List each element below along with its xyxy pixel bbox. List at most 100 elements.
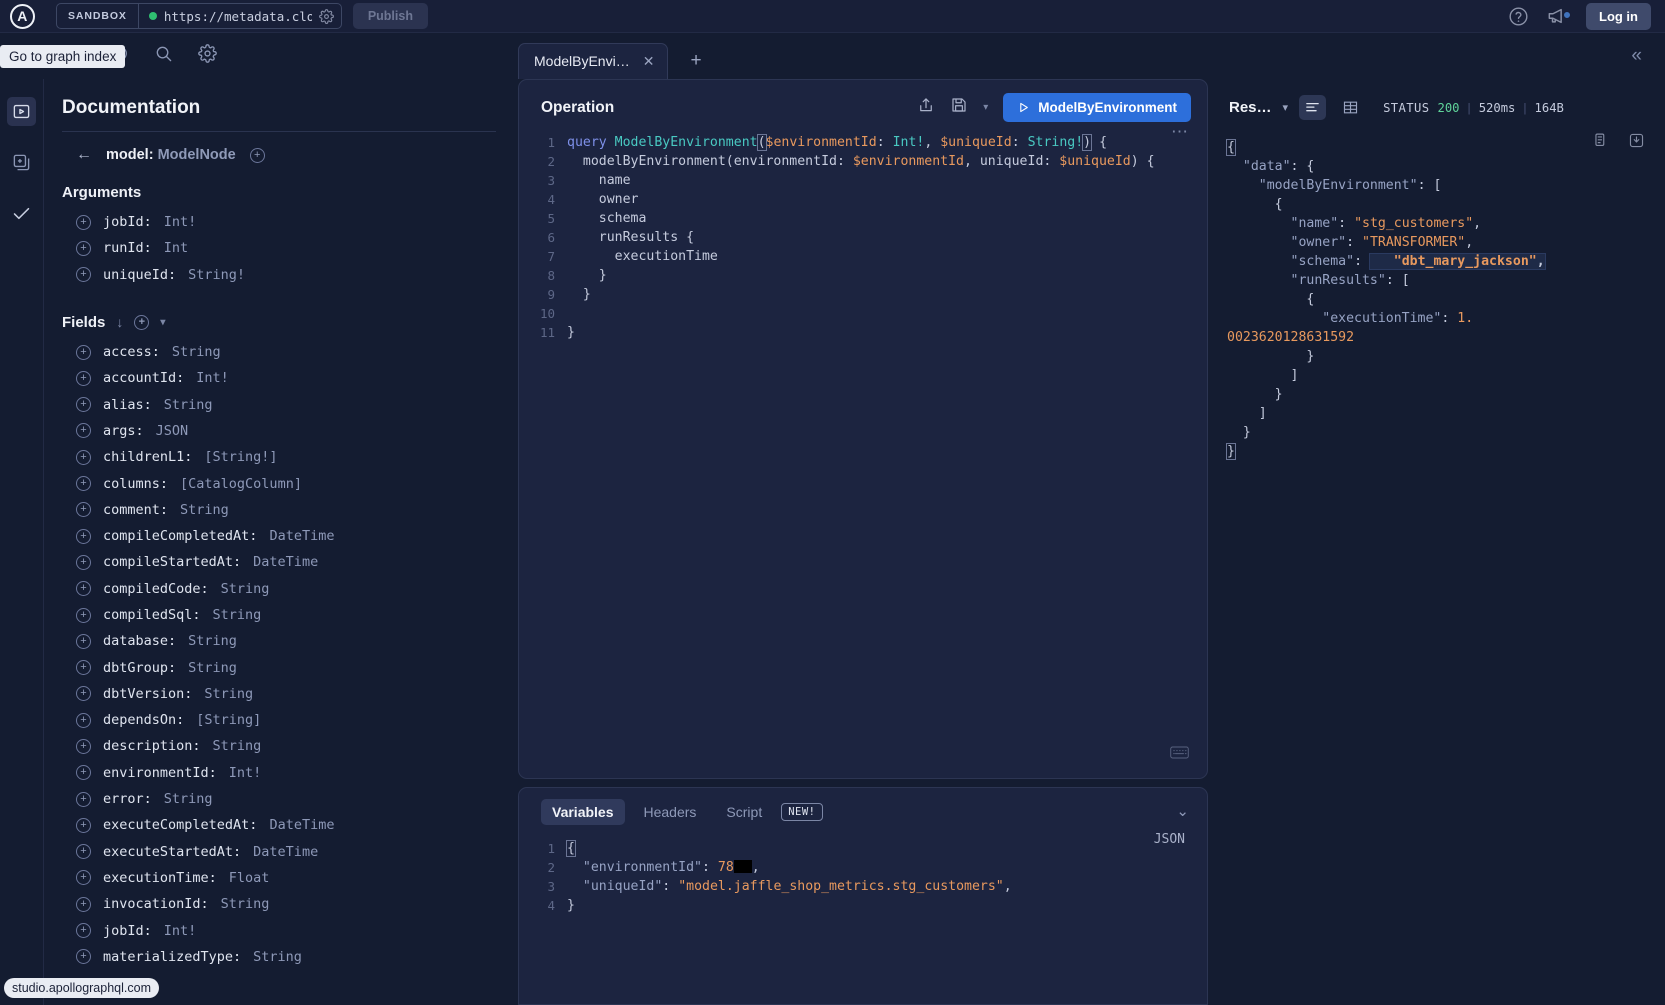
add-field-icon[interactable]: + <box>76 581 91 596</box>
argument-row[interactable]: + runId: Int <box>62 235 496 261</box>
field-row[interactable]: +executeStartedAt:DateTime <box>62 839 496 865</box>
search-icon[interactable] <box>154 44 173 68</box>
response-chevron-down-icon[interactable]: ▾ <box>1283 101 1289 114</box>
tab-variables[interactable]: Variables <box>541 799 625 825</box>
endpoint-url-box[interactable]: SANDBOX https://metadata.cloud.get <box>56 3 342 29</box>
keyboard-icon[interactable] <box>1170 746 1189 764</box>
add-field-icon[interactable]: + <box>76 241 91 256</box>
save-chevron-down-icon[interactable]: ▾ <box>983 102 988 113</box>
add-field-icon[interactable]: + <box>76 713 91 728</box>
add-all-fields-icon[interactable]: + <box>134 315 149 330</box>
login-button[interactable]: Log in <box>1586 3 1651 30</box>
add-field-icon[interactable]: + <box>76 844 91 859</box>
fields-heading: Fields <box>62 314 105 331</box>
operation-code-editor[interactable]: 1query ModelByEnvironment($environmentId… <box>519 122 1207 342</box>
add-field-icon[interactable]: + <box>76 765 91 780</box>
add-field-icon[interactable]: + <box>76 792 91 807</box>
endpoint-settings-icon[interactable] <box>319 9 334 24</box>
rail-item-checks[interactable] <box>7 199 36 228</box>
add-field-icon[interactable]: + <box>76 608 91 623</box>
add-field-icon[interactable]: + <box>76 634 91 649</box>
add-field-icon[interactable]: + <box>76 818 91 833</box>
publish-button[interactable]: Publish <box>353 3 428 29</box>
add-field-icon[interactable]: + <box>76 450 91 465</box>
field-row[interactable]: +comment:String <box>62 497 496 523</box>
add-field-icon[interactable]: + <box>76 502 91 517</box>
close-icon[interactable]: ✕ <box>643 53 655 70</box>
rail-item-explorer[interactable] <box>7 97 36 126</box>
tab-modelbyenvironment[interactable]: ModelByEnvi… ✕ <box>518 43 668 79</box>
argument-row[interactable]: + uniqueId: String! <box>62 262 496 288</box>
field-row[interactable]: +compiledCode:String <box>62 576 496 602</box>
gear-icon[interactable] <box>198 44 217 68</box>
field-name: dbtVersion: <box>103 686 192 702</box>
field-row[interactable]: +invocationId:String <box>62 891 496 917</box>
field-row[interactable]: +database:String <box>62 628 496 654</box>
field-row[interactable]: +accountId:Int! <box>62 365 496 391</box>
add-field-icon[interactable]: + <box>76 949 91 964</box>
help-icon[interactable] <box>1508 6 1529 27</box>
response-size: 164B <box>1535 101 1564 115</box>
share-icon[interactable] <box>917 96 935 119</box>
add-field-icon[interactable]: + <box>76 739 91 754</box>
add-field-icon[interactable]: + <box>76 897 91 912</box>
save-icon[interactable] <box>950 96 968 119</box>
add-field-icon[interactable]: + <box>76 555 91 570</box>
field-row[interactable]: +compileStartedAt:DateTime <box>62 549 496 575</box>
breadcrumb-add-icon[interactable]: + <box>250 148 265 163</box>
field-row[interactable]: +columns:[CatalogColumn] <box>62 470 496 496</box>
add-field-icon[interactable]: + <box>76 267 91 282</box>
field-row[interactable]: +compiledSql:String <box>62 602 496 628</box>
rail-item-schema[interactable] <box>7 148 36 177</box>
copy-icon[interactable] <box>1591 132 1608 153</box>
response-value: "TRANSFORMER" <box>1362 235 1465 250</box>
add-field-icon[interactable]: + <box>76 660 91 675</box>
field-row[interactable]: +dependsOn:[String] <box>62 707 496 733</box>
field-row[interactable]: +materializedType:String <box>62 944 496 970</box>
run-operation-button[interactable]: ModelByEnvironment <box>1003 93 1191 122</box>
field-row[interactable]: +dbtGroup:String <box>62 654 496 680</box>
field-row[interactable]: +childrenL1:[String!] <box>62 444 496 470</box>
chevron-double-down-icon[interactable]: ⌄ <box>1176 802 1189 820</box>
add-field-icon[interactable]: + <box>76 476 91 491</box>
field-row[interactable]: +executionTime:Float <box>62 865 496 891</box>
field-row[interactable]: +executeCompletedAt:DateTime <box>62 812 496 838</box>
breadcrumb-back-button[interactable]: ← <box>76 146 92 164</box>
chevron-down-icon[interactable]: ▾ <box>160 317 165 328</box>
argument-row[interactable]: + jobId: Int! <box>62 209 496 235</box>
field-row[interactable]: +description:String <box>62 733 496 759</box>
add-field-icon[interactable]: + <box>76 371 91 386</box>
field-row[interactable]: +alias:String <box>62 391 496 417</box>
field-row[interactable]: +dbtVersion:String <box>62 681 496 707</box>
field-row[interactable]: +jobId:Int! <box>62 917 496 943</box>
field-name: executeStartedAt: <box>103 844 241 860</box>
field-row[interactable]: +error:String <box>62 786 496 812</box>
add-field-icon[interactable]: + <box>76 215 91 230</box>
sort-arrow-icon[interactable]: ↓ <box>116 314 123 330</box>
tab-script[interactable]: Script <box>715 799 773 825</box>
apollo-logo-wrap[interactable]: A <box>0 4 44 29</box>
add-field-icon[interactable]: + <box>76 529 91 544</box>
variables-code-editor[interactable]: 1{2 "environmentId": 78,3 "uniqueId": "m… <box>519 825 1207 915</box>
add-tab-button[interactable]: + <box>690 50 701 72</box>
endpoint-url-field[interactable]: https://metadata.cloud.get <box>139 4 341 28</box>
tab-headers[interactable]: Headers <box>633 799 708 825</box>
field-row[interactable]: +compileCompletedAt:DateTime <box>62 523 496 549</box>
add-field-icon[interactable]: + <box>76 423 91 438</box>
add-field-icon[interactable]: + <box>76 686 91 701</box>
field-type: [CatalogColumn] <box>180 476 302 492</box>
add-field-icon[interactable]: + <box>76 345 91 360</box>
field-row[interactable]: +access:String <box>62 339 496 365</box>
table-view-icon[interactable] <box>1337 95 1364 120</box>
field-row[interactable]: +environmentId:Int! <box>62 760 496 786</box>
endpoint-url-input[interactable]: https://metadata.cloud.get <box>164 9 312 24</box>
response-body[interactable]: { "data": { "modelByEnvironment": [ { "n… <box>1213 120 1665 461</box>
download-icon[interactable] <box>1628 132 1645 153</box>
announcements-button[interactable] <box>1546 6 1569 26</box>
field-row[interactable]: +args:JSON <box>62 418 496 444</box>
add-field-icon[interactable]: + <box>76 397 91 412</box>
json-view-icon[interactable] <box>1299 95 1326 120</box>
add-field-icon[interactable]: + <box>76 923 91 938</box>
add-field-icon[interactable]: + <box>76 870 91 885</box>
collapse-sidebar-button[interactable]: « <box>1631 45 1651 67</box>
